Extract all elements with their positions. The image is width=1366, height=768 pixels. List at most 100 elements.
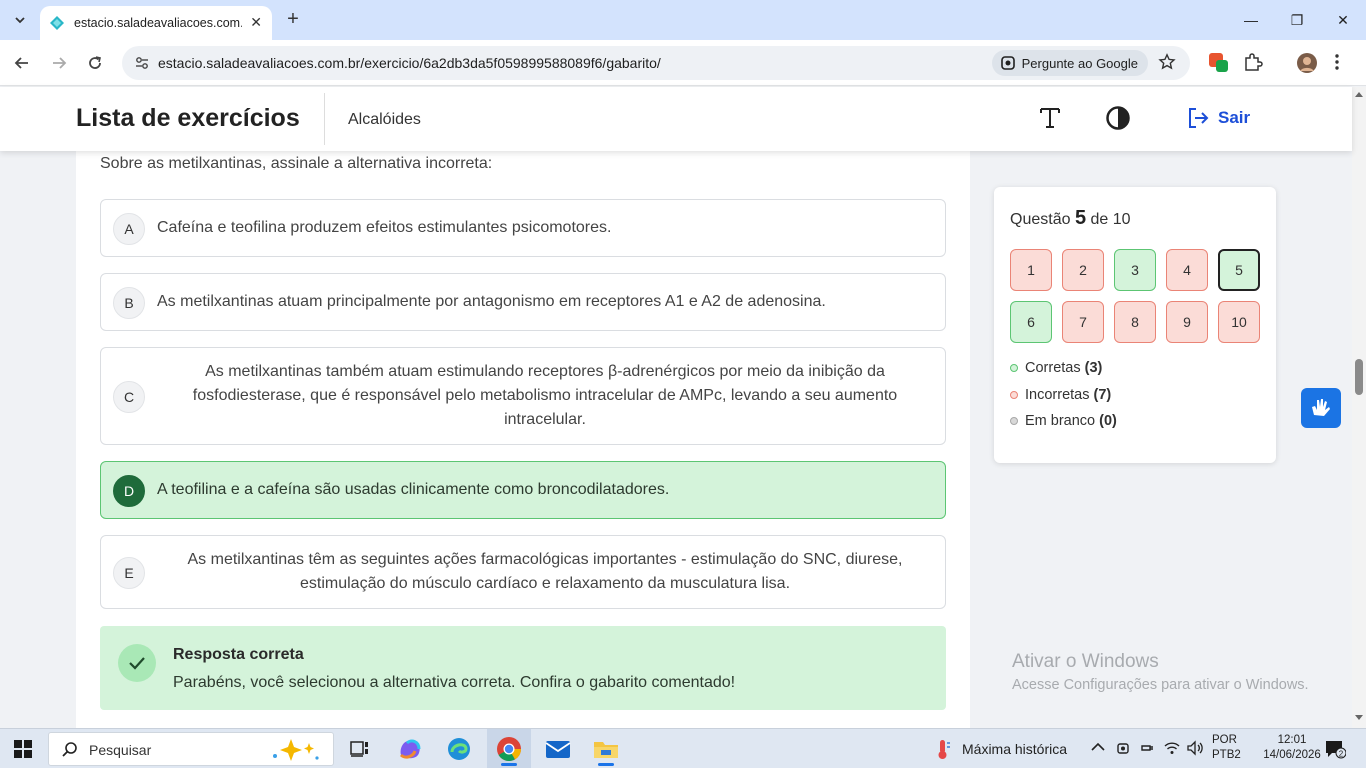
weather-text: Máxima histórica	[962, 741, 1068, 757]
logout-button[interactable]: Sair	[1186, 106, 1250, 130]
search-icon	[62, 742, 77, 757]
scroll-up-icon	[1355, 92, 1363, 97]
file-explorer-icon[interactable]	[590, 733, 622, 765]
question-navigator-card: Questão 5 de 10 1 2 3 4 5 6 7 8 9 10 Corretas (3) …	[994, 187, 1276, 463]
incorrect-dot-icon	[1010, 391, 1018, 399]
contrast-button[interactable]	[1104, 104, 1132, 132]
tab-search-button[interactable]	[8, 8, 32, 32]
feedback-title: Resposta correta	[173, 646, 304, 663]
windows-activation-title: Ativar o Windows	[1012, 651, 1159, 672]
notification-count: 2	[1339, 750, 1344, 759]
chevron-down-icon	[15, 17, 25, 24]
browser-tab[interactable]: estacio.saladeavaliacoes.com.br ✕	[40, 6, 272, 40]
google-lens-icon	[1000, 56, 1015, 70]
question-nav-button[interactable]: 10	[1218, 301, 1260, 343]
option-letter: E	[113, 557, 145, 589]
ask-google-label: Pergunte ao Google	[1021, 55, 1138, 71]
task-view-icon[interactable]	[344, 733, 376, 765]
counter-current: 5	[1074, 207, 1087, 229]
legend-incorrect: Incorretas (7)	[1010, 387, 1111, 403]
reload-icon	[89, 56, 101, 69]
wifi-icon[interactable]	[1164, 740, 1180, 759]
profile-avatar[interactable]	[1296, 52, 1318, 74]
question-nav-button[interactable]: 7	[1062, 301, 1104, 343]
window-close-button[interactable]: ✕	[1320, 0, 1366, 40]
extensions-puzzle-icon[interactable]	[1243, 52, 1265, 74]
taskbar-search[interactable]: Pesquisar	[48, 732, 334, 766]
bookmark-star-icon[interactable]	[1158, 53, 1176, 71]
scroll-down-icon	[1355, 715, 1363, 720]
language-code: POR	[1212, 734, 1237, 746]
option-d[interactable]: D A teofilina e a cafeína são usadas cli…	[100, 461, 946, 519]
site-header: Lista de exercícios Alcalóides Sair	[0, 87, 1352, 151]
edge-icon[interactable]	[443, 733, 475, 765]
question-nav-button[interactable]: 3	[1114, 249, 1156, 291]
restore-button[interactable]: ❐	[1274, 0, 1320, 40]
omnibox[interactable]: estacio.saladeavaliacoes.com.br/exercici…	[122, 46, 1190, 80]
option-text: As metilxantinas atuam principalmente po…	[157, 293, 826, 310]
meet-now-icon[interactable]	[1116, 740, 1132, 759]
chrome-running-indicator	[501, 763, 517, 766]
option-letter: C	[113, 381, 145, 413]
volume-icon[interactable]	[1186, 740, 1204, 759]
legend-blank: Em branco (0)	[1010, 413, 1117, 429]
legend-label: Incorretas	[1025, 387, 1090, 403]
contrast-icon	[1106, 106, 1130, 130]
notification-icon: 2	[1326, 741, 1347, 759]
url-text[interactable]: estacio.saladeavaliacoes.com.br/exercici…	[158, 55, 661, 71]
question-nav-button[interactable]: 1	[1010, 249, 1052, 291]
minimize-button[interactable]: —	[1228, 0, 1274, 40]
page-title: Lista de exercícios	[76, 104, 300, 132]
question-nav-button[interactable]: 9	[1166, 301, 1208, 343]
battery-plug-icon[interactable]	[1140, 740, 1156, 759]
system-clock[interactable]: 12:01 14/06/2026	[1260, 733, 1324, 763]
legend-count: (7)	[1093, 387, 1112, 403]
option-a[interactable]: A Cafeína e teofilina produzem efeitos e…	[100, 199, 946, 257]
arrow-right-icon	[53, 57, 67, 69]
weather-widget[interactable]: Máxima histórica	[934, 738, 1067, 760]
clock-time: 12:01	[1277, 734, 1307, 746]
start-button[interactable]	[14, 740, 32, 763]
question-nav-button[interactable]: 4	[1166, 249, 1208, 291]
option-letter: B	[113, 287, 145, 319]
search-label: Pesquisar	[89, 742, 152, 758]
thermometer-icon	[938, 740, 950, 759]
question-nav-button[interactable]: 8	[1114, 301, 1156, 343]
option-b[interactable]: B As metilxantinas atuam principalmente …	[100, 273, 946, 331]
browser-menu-icon[interactable]	[1334, 52, 1356, 74]
option-c[interactable]: C As metilxantinas também atuam estimula…	[100, 347, 946, 445]
legend-correct: Corretas (3)	[1010, 360, 1102, 376]
ask-google-button[interactable]: Pergunte ao Google	[991, 50, 1148, 76]
chrome-icon[interactable]	[493, 733, 525, 765]
question-nav-button[interactable]: 2	[1062, 249, 1104, 291]
back-button[interactable]	[10, 51, 34, 75]
mail-icon[interactable]	[542, 733, 574, 765]
arrow-left-icon	[14, 57, 28, 69]
reload-button[interactable]	[83, 51, 107, 75]
extension-icon[interactable]	[1208, 52, 1230, 74]
subject-name: Alcalóides	[348, 111, 421, 128]
notification-center-button[interactable]: 2	[1324, 739, 1347, 764]
site-settings-icon[interactable]	[134, 55, 150, 71]
correct-dot-icon	[1010, 364, 1018, 372]
windows-activation-subtitle: Acesse Configurações para ativar o Windo…	[1012, 677, 1309, 693]
tab-close-icon[interactable]: ✕	[250, 14, 262, 31]
sign-language-button[interactable]	[1301, 388, 1341, 428]
input-language[interactable]: POR PTB2	[1212, 733, 1241, 763]
question-nav-button[interactable]: 5	[1218, 249, 1260, 291]
copilot-icon[interactable]	[394, 733, 426, 765]
question-panel: Sobre as metilxantinas, assinale a alter…	[76, 151, 970, 728]
scrollbar-thumb[interactable]	[1355, 359, 1363, 395]
show-hidden-icons[interactable]	[1091, 740, 1105, 755]
tab-title: estacio.saladeavaliacoes.com.br	[74, 16, 242, 30]
windows-taskbar: Pesquisar Máxima histórica POR PTB2 12:0…	[0, 728, 1366, 768]
page-scrollbar[interactable]	[1352, 87, 1366, 728]
option-e[interactable]: E As metilxantinas têm as seguintes açõe…	[100, 535, 946, 609]
answer-feedback: Resposta correta Parabéns, você selecion…	[100, 626, 946, 710]
forward-button[interactable]	[47, 51, 71, 75]
new-tab-button[interactable]: +	[282, 8, 304, 31]
windows-logo-icon	[14, 740, 32, 758]
checkmark-icon	[118, 644, 156, 682]
question-nav-button[interactable]: 6	[1010, 301, 1052, 343]
font-size-button[interactable]	[1036, 104, 1064, 132]
